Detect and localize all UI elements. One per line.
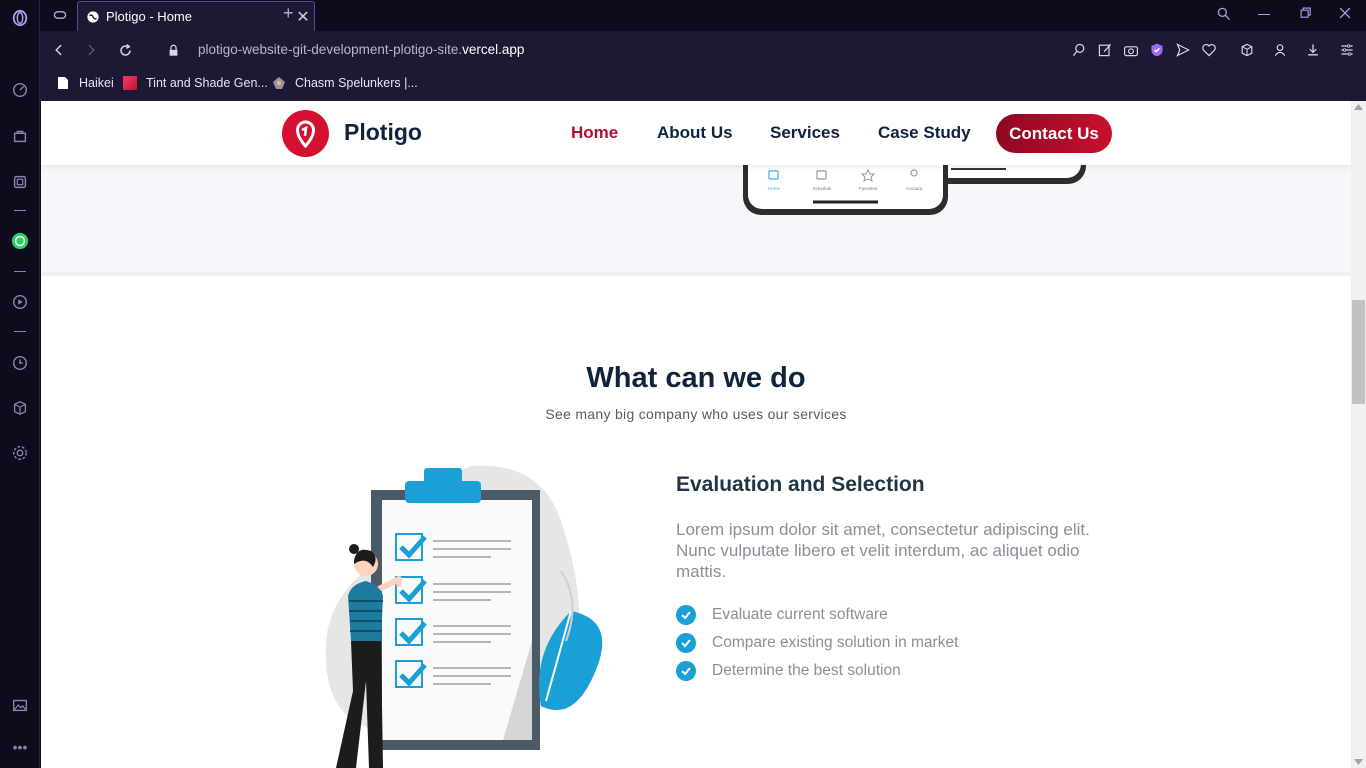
restore-icon[interactable] [1299,6,1313,24]
forward-icon[interactable] [81,40,101,60]
tab-active[interactable]: Plotigo - Home ✕ [77,1,315,31]
minimize-icon[interactable] [1258,14,1270,15]
edit-icon[interactable] [1096,41,1114,59]
bookmarks-bar: Haikei Tint and Shade Gen... Chasm Spelu… [40,69,1366,101]
chasm-favicon-icon [273,77,285,89]
bookmark-label: Tint and Shade Gen... [146,76,268,90]
nav-about-us[interactable]: About Us [657,123,733,143]
bookmark-item[interactable]: Chasm Spelunkers |... [272,76,418,90]
tab-strip: Plotigo - Home ✕ + [40,0,1366,31]
close-window-icon[interactable] [1338,6,1352,24]
bookmark-item[interactable]: Haikei [56,76,114,90]
url-host: vercel.app [462,42,525,57]
check-circle-icon [676,605,696,625]
profile-icon[interactable] [1271,41,1289,59]
url-field[interactable]: plotigo-website-git-development-plotigo-… [198,42,524,57]
history-icon[interactable] [10,353,30,373]
back-icon[interactable] [49,40,69,60]
scroll-down-arrow-icon[interactable] [1354,759,1363,765]
bookmark-label: Haikei [79,76,114,90]
tab-close-icon[interactable]: ✕ [292,7,314,27]
search-tabs-icon[interactable] [1216,6,1232,26]
checklist-text: Compare existing solution in market [712,634,959,651]
contact-us-button[interactable]: Contact Us [996,114,1112,153]
nav-case-study[interactable]: Case Study [878,123,971,143]
feature-description: Lorem ipsum dolor sit amet, consectetur … [676,520,1090,581]
lock-icon[interactable] [163,40,183,60]
new-tab-button[interactable]: + [283,3,294,24]
phone-tab-label: Favorites [859,186,878,191]
feature-checklist: Evaluate current software Compare existi… [676,601,958,685]
address-bar: plotigo-website-git-development-plotigo-… [40,31,1366,69]
scroll-up-arrow-icon[interactable] [1354,104,1363,110]
heart-icon[interactable] [1200,41,1218,59]
whatsapp-icon[interactable] [10,231,30,251]
tint-shade-favicon-icon [123,76,137,90]
easy-setup-icon[interactable] [1338,41,1356,59]
url-path: plotigo-website-git-development-plotigo-… [198,42,463,57]
check-circle-icon [676,661,696,681]
nav-home[interactable]: Home [571,123,618,143]
checklist-text: Evaluate current software [712,606,888,623]
image-gallery-icon[interactable] [10,695,30,715]
section-title: What can we do [586,362,806,394]
more-dots-icon[interactable]: ••• [10,737,30,757]
feature-title: Evaluation and Selection [676,473,925,496]
download-icon[interactable] [1304,41,1322,59]
phone-tab-label: Account [906,186,923,191]
list-item: Evaluate current software [676,601,958,629]
send-icon[interactable] [1174,41,1192,59]
document-icon [58,77,68,89]
speed-dial-icon[interactable] [10,80,30,100]
cube-icon[interactable] [1238,41,1256,59]
logo-text[interactable]: Plotigo [344,119,422,146]
browser-sidebar: ••• [0,0,40,768]
camera-icon[interactable] [1122,41,1140,59]
ai-chip-icon[interactable] [10,172,30,192]
game-controller-icon[interactable] [50,5,70,25]
search-page-icon[interactable] [1070,41,1088,59]
check-circle-icon [676,633,696,653]
bookmark-label: Chasm Spelunkers |... [295,76,418,90]
player-icon[interactable] [10,292,30,312]
vpn-shield-icon[interactable] [1148,41,1166,59]
webpage: Home Schedule Favorites Account Plotigo … [41,101,1351,768]
extensions-cube-icon[interactable] [10,398,30,418]
scrollbar-thumb[interactable] [1352,300,1365,404]
settings-gear-icon[interactable] [10,443,30,463]
bookmark-item[interactable]: Tint and Shade Gen... [123,76,268,90]
section-subtitle: See many big company who uses our servic… [545,406,847,422]
tab-title: Plotigo - Home [106,9,192,24]
sidebar-divider [14,210,26,211]
sidebar-divider [14,331,26,332]
reload-icon[interactable] [115,40,135,60]
plotigo-logo-icon[interactable] [282,110,329,157]
page-scrollbar[interactable] [1351,101,1366,768]
phone-tab-label: Schedule [813,186,832,191]
opera-logo-icon[interactable] [10,8,30,28]
phone-tab-label: Home [768,186,781,191]
site-header: Plotigo Home About Us Services Case Stud… [41,101,1351,165]
nav-services[interactable]: Services [770,123,840,143]
checklist-text: Determine the best solution [712,662,901,679]
checklist-illustration [325,465,603,768]
sidebar-divider [14,271,26,272]
list-item: Compare existing solution in market [676,629,958,657]
globe-icon [87,10,99,23]
phone-mockup-image: Home Schedule Favorites Account [743,161,1086,215]
list-item: Determine the best solution [676,657,958,685]
shopping-bag-icon[interactable] [10,126,30,146]
